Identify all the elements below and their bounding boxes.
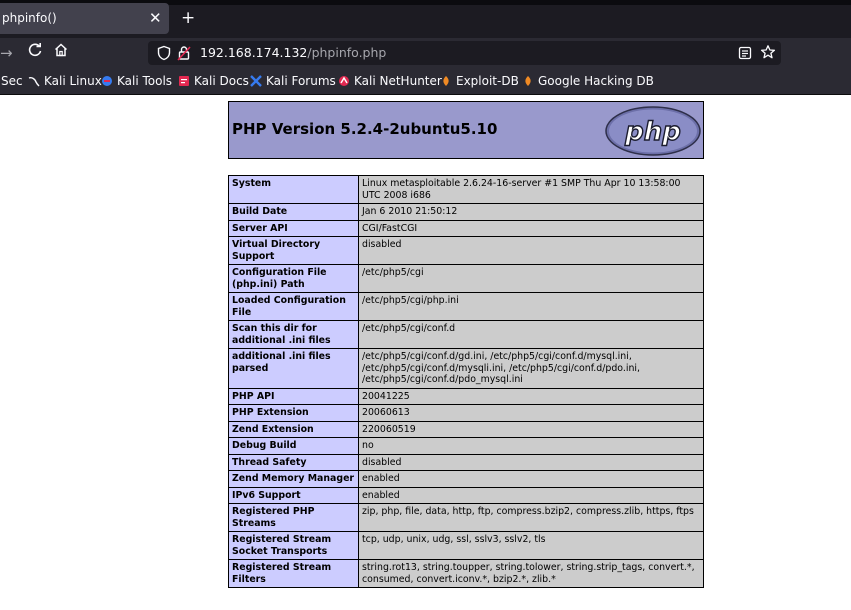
config-value: string.rot13, string.toupper, string.tol… bbox=[358, 559, 704, 588]
bookmark-kali-docs[interactable]: Kali Docs bbox=[178, 74, 249, 88]
page-content: PHP Version 5.2.4-2ubuntu5.10 php System… bbox=[0, 95, 851, 610]
table-row: Registered Stream Filters string.rot13, s… bbox=[228, 559, 704, 588]
table-row: Loaded Configuration File/etc/php5/cgi/p… bbox=[228, 292, 704, 321]
config-value: enabled bbox=[358, 470, 704, 488]
php-info-table: System Linux metasploitable 2.6.24-16-ser… bbox=[228, 175, 704, 588]
table-row: Configuration File (php.ini) Path/etc/ph… bbox=[228, 264, 704, 293]
bookmark-kali-nethunter[interactable]: Kali NetHunter bbox=[338, 74, 442, 88]
table-row: Build Date Jan 6 2010 21:50:12 bbox=[228, 203, 704, 221]
forward-icon[interactable]: → bbox=[0, 44, 13, 62]
table-row: PHP Extension 20060613 bbox=[228, 404, 704, 422]
config-value: /etc/php5/cgi/conf.d/gd.ini, /etc/php5/c… bbox=[358, 348, 704, 389]
config-value: no bbox=[358, 437, 704, 455]
ghdb-icon bbox=[525, 76, 531, 86]
config-key: Loaded Configuration File bbox=[228, 292, 359, 321]
config-value: tcp, udp, unix, udg, ssl, sslv3, sslv2, … bbox=[358, 531, 704, 560]
config-value: disabled bbox=[358, 453, 704, 471]
config-value: Linux metasploitable 2.6.24-16-server #1… bbox=[358, 175, 704, 204]
config-key: Registered PHP Streams bbox=[228, 503, 359, 532]
php-logo-text: php bbox=[624, 117, 681, 147]
config-value: 20060613 bbox=[358, 404, 704, 422]
config-key: Zend Extension bbox=[228, 420, 359, 438]
nethunter-icon bbox=[339, 76, 349, 86]
config-key: additional .ini files parsed bbox=[228, 348, 359, 389]
config-value: /etc/php5/cgi bbox=[358, 264, 704, 293]
bookmark-google-hacking-db[interactable]: Google Hacking DB bbox=[522, 74, 654, 88]
config-value: enabled bbox=[358, 486, 704, 504]
config-key: Zend Memory Manager bbox=[228, 470, 359, 488]
config-key: Debug Build bbox=[228, 437, 359, 455]
bookmark-kali-forums[interactable]: Kali Forums bbox=[250, 74, 336, 88]
insecure-lock-icon[interactable] bbox=[177, 45, 191, 65]
url-host: 192.168.174.132 bbox=[200, 45, 308, 60]
config-key: Thread Safety bbox=[228, 453, 359, 471]
config-key: PHP Extension bbox=[228, 404, 359, 422]
table-row: System Linux metasploitable 2.6.24-16-ser… bbox=[228, 175, 704, 204]
bookmark-sec[interactable]: Sec bbox=[1, 74, 23, 88]
exploit-db-icon bbox=[443, 76, 449, 86]
table-row: Zend Memory Manager enabled bbox=[228, 470, 704, 488]
config-key: IPv6 Support bbox=[228, 486, 359, 504]
reader-view-icon[interactable] bbox=[738, 45, 752, 65]
url-text[interactable]: 192.168.174.132/phpinfo.php bbox=[200, 45, 386, 60]
new-tab-icon[interactable]: + bbox=[181, 8, 195, 28]
config-key: Registered Stream Socket Transports bbox=[228, 531, 359, 560]
table-row: Registered PHP Streams zip, php, file, da… bbox=[228, 503, 704, 532]
tab-bar: phpinfo() ✕ + bbox=[0, 0, 851, 38]
table-row: additional .ini files parsed/etc/php5/cg… bbox=[228, 348, 704, 389]
config-key: Configuration File (php.ini) Path bbox=[228, 264, 359, 293]
shield-icon[interactable] bbox=[157, 45, 171, 65]
table-row: Server API CGI/FastCGI bbox=[228, 219, 704, 237]
config-key: Registered Stream Filters bbox=[228, 559, 359, 588]
config-value: CGI/FastCGI bbox=[358, 219, 704, 237]
close-tab-icon[interactable]: ✕ bbox=[149, 8, 162, 28]
bookmark-exploit-db[interactable]: Exploit-DB bbox=[440, 74, 519, 88]
config-value: 20041225 bbox=[358, 387, 704, 405]
bookmark-kali-tools[interactable]: Kali Tools bbox=[101, 74, 172, 88]
config-key: System bbox=[228, 175, 359, 204]
kali-dragon-icon bbox=[28, 77, 40, 87]
table-row: Zend Extension 220060519 bbox=[228, 420, 704, 438]
config-key: Scan this dir for additional .ini files bbox=[228, 320, 359, 349]
kali-docs-icon bbox=[179, 76, 189, 86]
tab-title: phpinfo() bbox=[2, 11, 57, 25]
table-row: Scan this dir for additional .ini files /… bbox=[228, 320, 704, 349]
table-row: IPv6 Support enabled bbox=[228, 486, 704, 504]
bookmarks-toolbar: Sec Kali Linux Kali Tools Kali Docs Kali… bbox=[0, 69, 851, 95]
bookmark-kali-linux[interactable]: Kali Linux bbox=[28, 74, 102, 88]
config-key: Server API bbox=[228, 219, 359, 237]
table-row: Registered Stream Socket Transports tcp, … bbox=[228, 531, 704, 560]
table-row: Debug Build no bbox=[228, 437, 704, 455]
config-value: Jan 6 2010 21:50:12 bbox=[358, 203, 704, 221]
php-logo-icon: php bbox=[605, 106, 701, 156]
home-icon[interactable] bbox=[53, 42, 69, 62]
url-bar[interactable]: 192.168.174.132/phpinfo.php bbox=[148, 41, 781, 65]
php-version-header: PHP Version 5.2.4-2ubuntu5.10 php bbox=[228, 101, 704, 159]
tab-phpinfo[interactable]: phpinfo() ✕ bbox=[0, 3, 169, 34]
config-value: /etc/php5/cgi/conf.d bbox=[358, 320, 704, 349]
navigation-bar: → 192.168.174.132/phpinfo.php bbox=[0, 38, 851, 69]
table-row: Virtual Directory Support disabled bbox=[228, 236, 704, 265]
kali-tools-icon bbox=[102, 76, 112, 86]
config-value: /etc/php5/cgi/php.ini bbox=[358, 292, 704, 321]
config-value: disabled bbox=[358, 236, 704, 265]
url-path: /phpinfo.php bbox=[307, 45, 387, 60]
table-row: Thread Safety disabled bbox=[228, 453, 704, 471]
config-value: 220060519 bbox=[358, 420, 704, 438]
php-version-title: PHP Version 5.2.4-2ubuntu5.10 bbox=[232, 120, 498, 138]
config-key: Virtual Directory Support bbox=[228, 236, 359, 265]
config-key: PHP API bbox=[228, 387, 359, 405]
reload-icon[interactable] bbox=[27, 42, 43, 62]
config-key: Build Date bbox=[228, 203, 359, 221]
bookmark-star-icon[interactable] bbox=[760, 44, 776, 64]
table-row: PHP API 20041225 bbox=[228, 387, 704, 405]
kali-forums-icon bbox=[250, 75, 262, 87]
config-value: zip, php, file, data, http, ftp, compres… bbox=[358, 503, 704, 532]
